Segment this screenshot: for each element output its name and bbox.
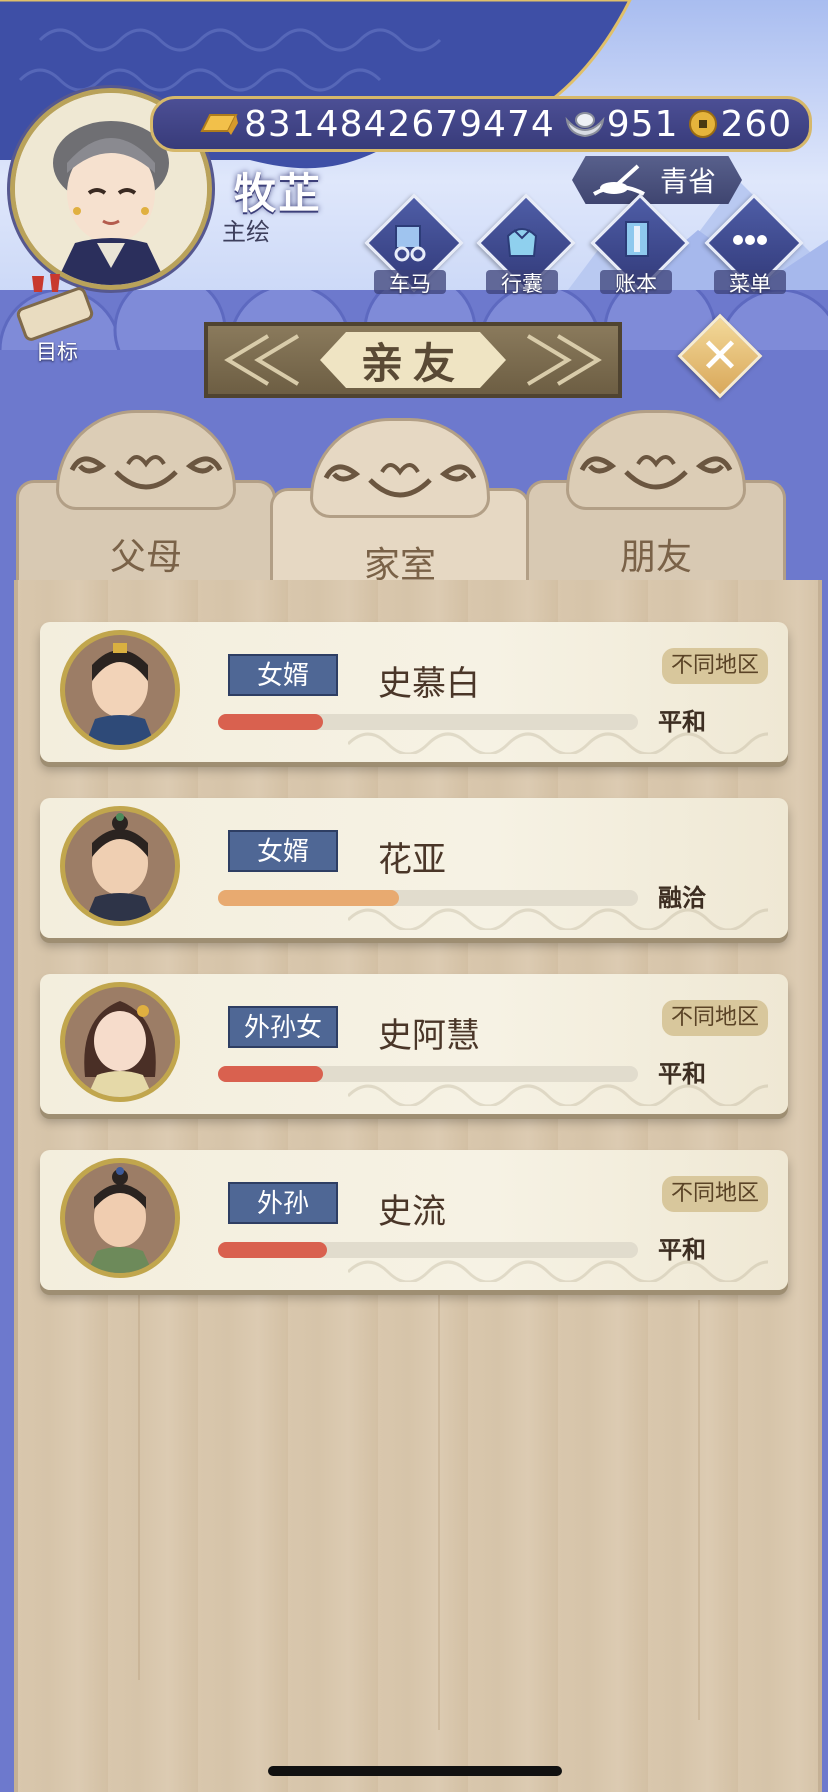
relation-mood: 融洽 bbox=[658, 884, 706, 912]
relative-card[interactable]: 女婿 史慕白 不同地区 平和 bbox=[40, 622, 788, 762]
relative-card[interactable]: 女婿 花亚 融洽 bbox=[40, 798, 788, 938]
relative-name: 花亚 bbox=[378, 840, 446, 880]
region-tag: 不同地区 bbox=[662, 1000, 768, 1036]
affinity-bar-fill bbox=[218, 714, 323, 730]
relation-mood: 平和 bbox=[658, 1236, 706, 1264]
relative-avatar bbox=[60, 806, 180, 926]
relative-card[interactable]: 外孙 史流 不同地区 平和 bbox=[40, 1150, 788, 1290]
tab-friends[interactable]: 朋友 bbox=[526, 410, 786, 600]
menu-label-ledger: 账本 bbox=[615, 272, 657, 296]
portrait-icon bbox=[87, 1167, 153, 1273]
affinity-bar bbox=[218, 1242, 638, 1258]
affinity-bar-fill bbox=[218, 1242, 328, 1258]
cloud-scroll-icon bbox=[69, 455, 223, 490]
coin-amount: 260 bbox=[720, 103, 793, 145]
gold-ingot-icon bbox=[200, 114, 238, 135]
silver-amount: 951 bbox=[606, 103, 679, 145]
bundle-icon bbox=[506, 228, 538, 257]
region-tag: 不同地区 bbox=[662, 648, 768, 684]
menu-button-carriage[interactable]: 车马 bbox=[362, 193, 464, 300]
region-name: 青省 bbox=[659, 165, 716, 198]
tab-label-friends: 朋友 bbox=[619, 537, 692, 578]
player-title: 主绘 bbox=[222, 218, 270, 246]
relation-badge: 女婿 bbox=[228, 830, 338, 872]
menu-button-ledger[interactable]: 账本 bbox=[588, 193, 690, 300]
menu-button-more[interactable]: 菜单 bbox=[702, 193, 804, 300]
relative-name: 史流 bbox=[378, 1192, 446, 1232]
relative-name: 史慕白 bbox=[378, 664, 480, 704]
page-title-plaque: 亲友 bbox=[204, 322, 622, 398]
region-tag: 不同地区 bbox=[662, 1176, 768, 1212]
portrait-icon bbox=[85, 813, 155, 921]
affinity-bar-fill bbox=[218, 1066, 323, 1082]
affinity-bar bbox=[218, 1066, 638, 1082]
goal-label: 目标 bbox=[36, 340, 78, 364]
tab-label-parents: 父母 bbox=[109, 537, 182, 578]
menu-label-carriage: 车马 bbox=[389, 272, 431, 296]
menu-button-bundle[interactable]: 行囊 bbox=[474, 193, 576, 300]
affinity-bar-fill bbox=[218, 890, 399, 906]
home-indicator[interactable] bbox=[268, 1766, 562, 1776]
relative-avatar bbox=[60, 1158, 180, 1278]
affinity-bar bbox=[218, 714, 638, 730]
close-icon: ✕ bbox=[699, 328, 741, 384]
ledger-icon bbox=[625, 221, 649, 257]
scroll-icon bbox=[16, 274, 94, 341]
relative-avatar bbox=[60, 630, 180, 750]
silver-ingot-icon bbox=[565, 112, 605, 138]
currency-bar: 8314842679474 951 260 bbox=[150, 96, 812, 152]
affinity-bar bbox=[218, 890, 638, 906]
relative-name: 史阿慧 bbox=[378, 1016, 480, 1056]
page-title: 亲友 bbox=[360, 338, 465, 388]
relation-badge: 女婿 bbox=[228, 654, 338, 696]
relative-card[interactable]: 外孙女 史阿慧 不同地区 平和 bbox=[40, 974, 788, 1114]
portrait-icon bbox=[84, 1001, 156, 1097]
cloud-scroll-icon bbox=[579, 455, 733, 490]
copper-coin-icon bbox=[689, 110, 718, 138]
relation-badge: 外孙女 bbox=[228, 1006, 338, 1048]
menu-label-bundle: 行囊 bbox=[501, 272, 543, 296]
cloud-scroll-icon bbox=[323, 463, 477, 498]
region-badge[interactable]: 青省 bbox=[572, 156, 742, 204]
relation-mood: 平和 bbox=[658, 708, 706, 736]
carriage-icon bbox=[394, 225, 426, 262]
relation-mood: 平和 bbox=[658, 1060, 706, 1088]
gold-amount: 8314842679474 bbox=[244, 103, 555, 145]
relation-badge: 外孙 bbox=[228, 1182, 338, 1224]
portrait-icon bbox=[85, 643, 155, 745]
relative-avatar bbox=[60, 982, 180, 1102]
more-icon bbox=[733, 235, 767, 245]
tab-parents[interactable]: 父母 bbox=[16, 410, 276, 600]
menu-label-more: 菜单 bbox=[729, 272, 771, 296]
goal-button[interactable]: 目标 bbox=[14, 272, 100, 364]
